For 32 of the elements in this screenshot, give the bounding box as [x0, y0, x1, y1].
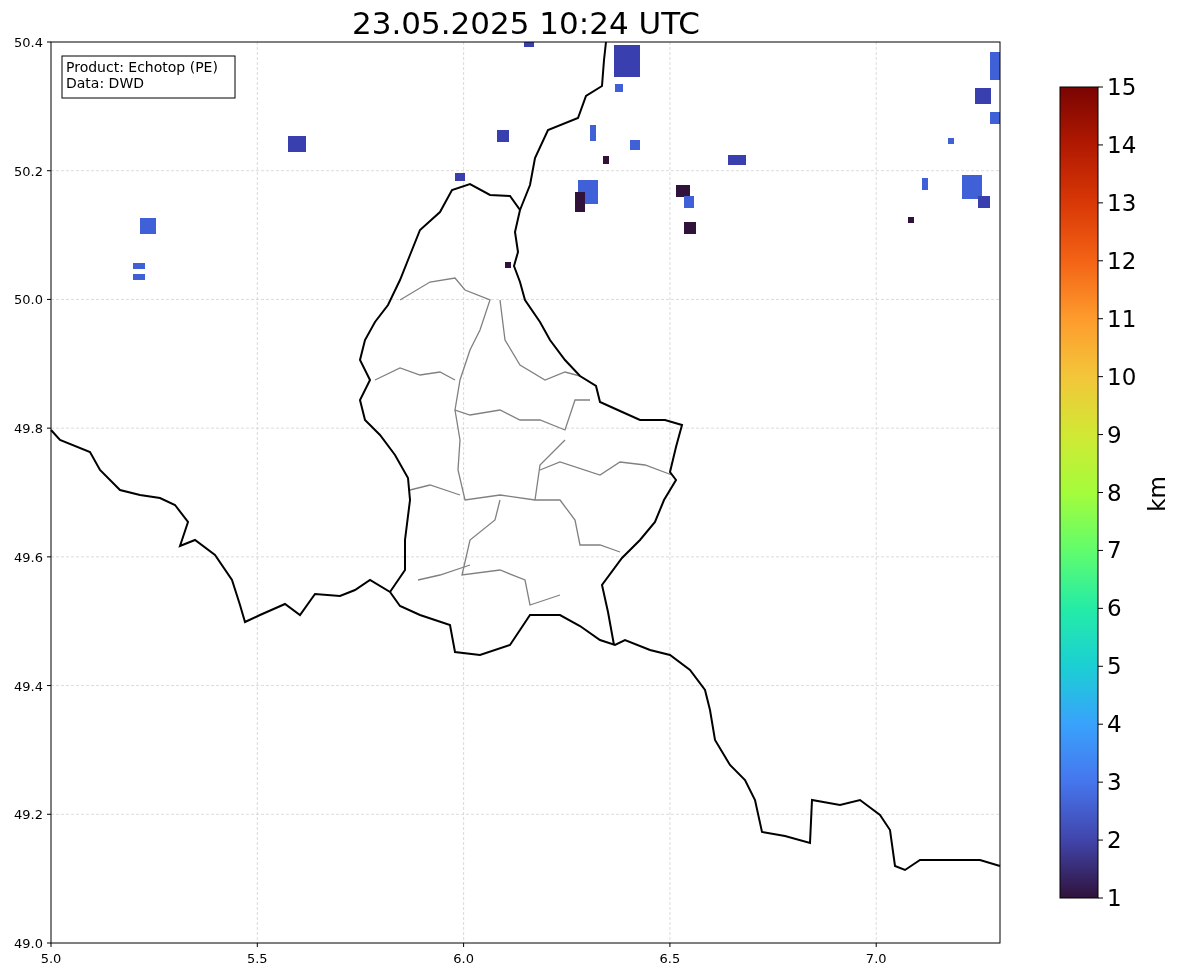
colorbar-label: km — [1144, 476, 1170, 512]
y-tick-label: 49.2 — [14, 807, 43, 823]
colorbar-tick-label: 8 — [1107, 479, 1122, 506]
x-tick-label: 6.0 — [453, 951, 474, 966]
y-tick-label: 49.4 — [14, 678, 43, 694]
chart-title: 23.05.2025 10:24 UTC — [352, 5, 700, 41]
colorbar-tick-label: 11 — [1107, 305, 1137, 332]
y-tick-label: 49.8 — [14, 421, 43, 437]
y-tick-label: 50.4 — [14, 35, 43, 50]
colorbar-tick-label: 15 — [1107, 74, 1137, 100]
info-text: Product: Echotop (PE) — [66, 59, 218, 75]
x-tick-label: 6.5 — [659, 951, 681, 966]
y-tick-label: 50.0 — [14, 292, 43, 308]
colorbar-tick-label: 7 — [1107, 537, 1122, 564]
colorbar-tick-label: 2 — [1107, 827, 1122, 854]
y-tick-label: 49.6 — [14, 549, 43, 565]
x-tick-label: 7.0 — [865, 951, 887, 966]
info-text: Data: DWD — [66, 75, 144, 91]
colorbar-tick-label: 5 — [1107, 653, 1122, 680]
x-tick-label: 5.0 — [40, 951, 62, 966]
colorbar-tick-label: 12 — [1107, 247, 1137, 274]
x-tick-label: 5.5 — [246, 951, 268, 966]
colorbar-tick-label: 9 — [1107, 421, 1122, 448]
colorbar-tick-label: 4 — [1107, 711, 1122, 738]
colorbar-tick-label: 1 — [1107, 885, 1122, 911]
y-tick-label: 50.2 — [14, 163, 43, 179]
colorbar-tick-label: 13 — [1107, 189, 1137, 216]
colorbar-tick-label: 3 — [1107, 769, 1122, 796]
colorbar-tick-label: 10 — [1107, 363, 1137, 390]
colorbar-tick-label: 14 — [1107, 131, 1137, 158]
y-tick-label: 49.0 — [14, 936, 43, 951]
colorbar-tick-label: 6 — [1107, 595, 1122, 622]
